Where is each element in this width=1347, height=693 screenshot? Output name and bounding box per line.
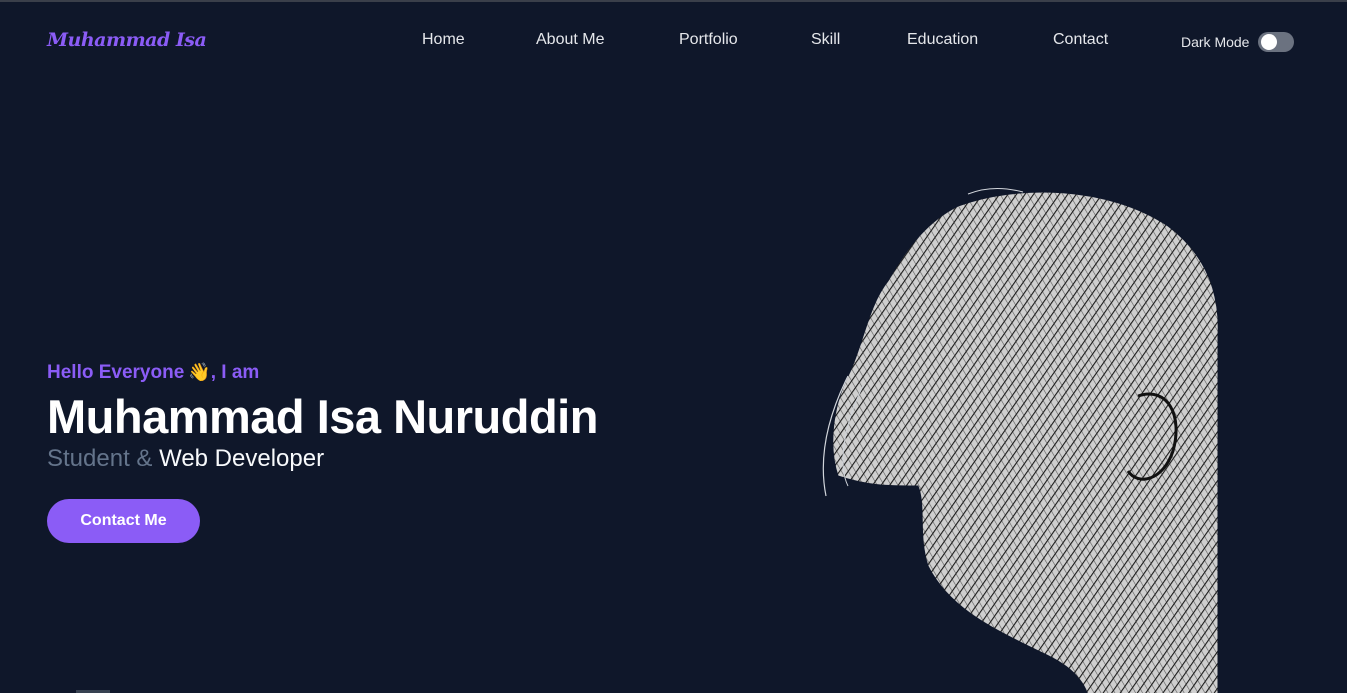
nav-about-link[interactable]: About Me: [536, 31, 604, 49]
role-strong-text: Web Developer: [159, 445, 325, 472]
hero-greeting: Hello Everyone 👋, I am: [47, 358, 747, 387]
waving-hand-icon: 👋: [188, 362, 211, 382]
hero-role: Student & Web Developer: [47, 444, 747, 474]
contact-me-button[interactable]: Contact Me: [47, 499, 200, 543]
dark-mode-label: Dark Mode: [1181, 34, 1250, 50]
nav-links: Home About Me Portfolio Skill Education …: [0, 31, 1347, 55]
greeting-suffix: , I am: [210, 362, 260, 383]
role-muted-text: Student &: [47, 445, 153, 472]
profile-portrait-image: [822, 188, 1219, 693]
nav-portfolio-link[interactable]: Portfolio: [679, 31, 738, 49]
switch-knob: [1261, 34, 1278, 50]
hero-section: Hello Everyone 👋, I am Muhammad Isa Nurud…: [47, 358, 747, 543]
hero-name: Muhammad Isa Nuruddin: [47, 390, 598, 443]
navbar: Muhammad Isa Home About Me Portfolio Ski…: [0, 2, 1347, 82]
nav-education-link[interactable]: Education: [907, 31, 978, 49]
dark-mode-switch[interactable]: [1258, 32, 1295, 52]
dark-mode-toggle: Dark Mode: [1181, 32, 1295, 52]
nav-home-link[interactable]: Home: [422, 31, 465, 49]
page: Muhammad Isa Home About Me Portfolio Ski…: [0, 0, 1347, 693]
nav-skill-link[interactable]: Skill: [811, 31, 840, 49]
nav-contact-link[interactable]: Contact: [1053, 31, 1108, 49]
greeting-text: Hello Everyone: [47, 362, 185, 383]
